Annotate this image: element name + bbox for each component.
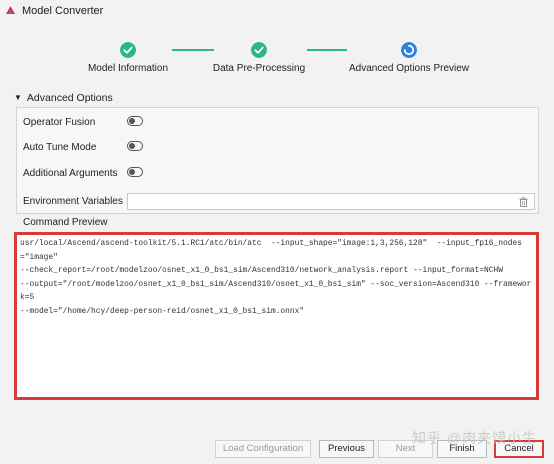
command-preview-box[interactable]: usr/local/Ascend/ascend-toolkit/5.1.RC1/… bbox=[14, 232, 539, 400]
step-label-data-preprocessing: Data Pre-Processing bbox=[212, 63, 306, 74]
finish-button[interactable]: Finish bbox=[437, 440, 487, 458]
step-connector bbox=[172, 49, 214, 51]
load-configuration-button[interactable]: Load Configuration bbox=[215, 440, 311, 458]
check-circle-icon bbox=[251, 42, 267, 58]
toggle-knob bbox=[129, 118, 135, 124]
wizard-stepper: Model Information Data Pre-Processing Ad… bbox=[0, 38, 554, 78]
in-progress-icon bbox=[401, 42, 417, 58]
window-title: Model Converter bbox=[22, 5, 104, 17]
step-label-model-information: Model Information bbox=[87, 63, 169, 74]
cancel-button[interactable]: Cancel bbox=[494, 440, 544, 458]
previous-button[interactable]: Previous bbox=[319, 440, 374, 458]
environment-variables-input[interactable] bbox=[127, 193, 535, 210]
app-logo-icon bbox=[6, 6, 15, 14]
operator-fusion-toggle[interactable] bbox=[127, 116, 143, 126]
collapse-triangle-icon[interactable]: ▼ bbox=[14, 93, 22, 102]
step-connector bbox=[307, 49, 347, 51]
next-button[interactable]: Next bbox=[378, 440, 433, 458]
operator-fusion-label: Operator Fusion bbox=[23, 117, 96, 128]
auto-tune-mode-label: Auto Tune Mode bbox=[23, 142, 97, 153]
additional-arguments-toggle[interactable] bbox=[127, 167, 143, 177]
title-bar: Model Converter bbox=[0, 0, 554, 24]
command-preview-title: Command Preview bbox=[23, 217, 108, 228]
advanced-options-panel: Operator Fusion Auto Tune Mode Additiona… bbox=[16, 107, 539, 214]
step-label-advanced-options: Advanced Options Preview bbox=[348, 63, 470, 74]
command-preview-text[interactable]: usr/local/Ascend/ascend-toolkit/5.1.RC1/… bbox=[20, 237, 533, 318]
advanced-options-title: Advanced Options bbox=[26, 92, 113, 104]
advanced-options-header[interactable]: ▼ Advanced Options bbox=[14, 92, 113, 104]
auto-tune-mode-toggle[interactable] bbox=[127, 141, 143, 151]
toggle-knob bbox=[129, 143, 135, 149]
additional-arguments-label: Additional Arguments bbox=[23, 168, 118, 179]
check-circle-icon bbox=[120, 42, 136, 58]
trash-icon[interactable] bbox=[519, 197, 528, 207]
toggle-knob bbox=[129, 169, 135, 175]
environment-variables-label: Environment Variables bbox=[23, 196, 123, 207]
